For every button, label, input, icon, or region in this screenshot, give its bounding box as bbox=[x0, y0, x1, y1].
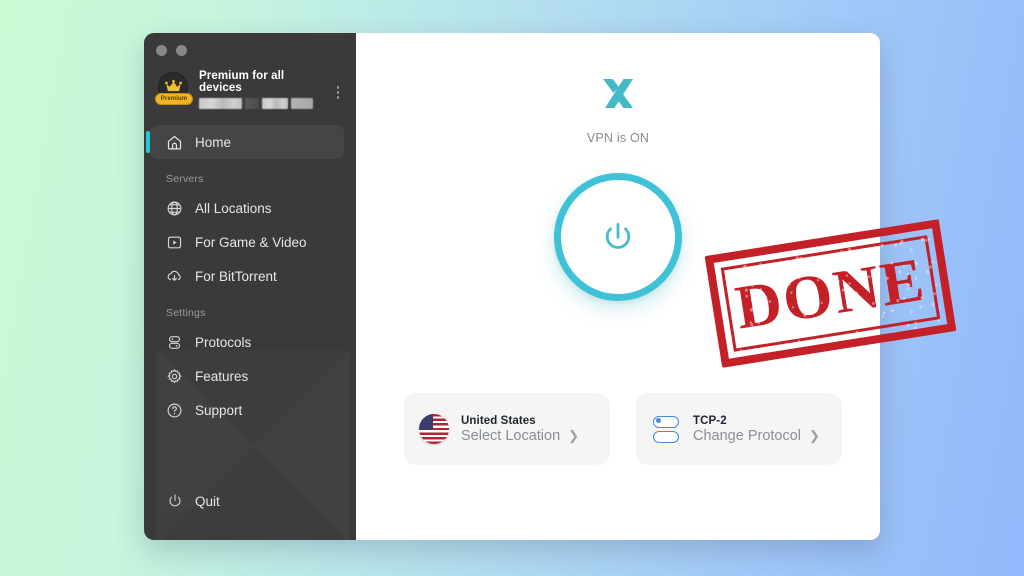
sidebar-item-label: For BitTorrent bbox=[195, 268, 277, 284]
home-icon bbox=[166, 134, 183, 151]
sidebar: Premium Premium for all devices Home Ser… bbox=[144, 33, 356, 540]
location-country-label: United States bbox=[461, 414, 536, 427]
power-icon bbox=[605, 222, 631, 249]
account-title: Premium for all devices bbox=[199, 70, 285, 94]
sidebar-item-label: Quit bbox=[195, 493, 220, 509]
chevron-right-icon: ❯ bbox=[809, 428, 820, 443]
premium-pill-label: Premium bbox=[155, 92, 193, 105]
change-protocol-card[interactable]: TCP-2 Change Protocol ❯ bbox=[636, 393, 842, 465]
power-toggle-button[interactable] bbox=[554, 173, 682, 301]
window-controls[interactable] bbox=[144, 33, 356, 56]
main-panel: VPN is ON United States Select Location … bbox=[356, 33, 880, 540]
help-circle-icon bbox=[166, 402, 183, 419]
redacted-bar bbox=[262, 98, 288, 109]
sidebar-footer: Quit bbox=[144, 484, 356, 540]
sidebar-item-label: Support bbox=[195, 402, 243, 418]
close-button[interactable] bbox=[156, 45, 167, 56]
account-panel[interactable]: Premium Premium for all devices bbox=[144, 56, 356, 113]
download-cloud-icon bbox=[166, 268, 183, 285]
power-icon bbox=[166, 493, 183, 510]
sidebar-item-label: Home bbox=[195, 134, 232, 150]
sidebar-item-protocols[interactable]: Protocols bbox=[150, 325, 344, 359]
sidebar-nav: Home Servers All Locations For Game & Vi… bbox=[144, 125, 356, 484]
select-location-card[interactable]: United States Select Location ❯ bbox=[404, 393, 610, 465]
protocol-name-label: TCP-2 bbox=[693, 414, 727, 427]
premium-badge: Premium bbox=[155, 71, 193, 112]
kebab-menu-icon[interactable] bbox=[330, 84, 346, 99]
vpn-status-text: VPN is ON bbox=[586, 131, 650, 145]
globe-icon bbox=[166, 200, 183, 217]
minimize-button[interactable] bbox=[176, 45, 187, 56]
account-redacted-info bbox=[199, 98, 321, 109]
sidebar-item-for-bittorrent[interactable]: For BitTorrent bbox=[150, 259, 344, 293]
sidebar-item-label: All Locations bbox=[195, 200, 272, 216]
power-button-wrapper bbox=[356, 173, 880, 301]
gear-icon bbox=[166, 368, 183, 385]
chevron-right-icon: ❯ bbox=[568, 428, 580, 443]
bottom-cards: United States Select Location ❯ TCP-2 Ch… bbox=[404, 393, 842, 465]
select-location-label: Select Location bbox=[461, 427, 561, 444]
sidebar-section-servers-label: Servers bbox=[166, 173, 204, 185]
sidebar-item-for-game-and-video[interactable]: For Game & Video bbox=[150, 225, 344, 259]
sidebar-item-label: For Game & Video bbox=[195, 234, 307, 250]
us-flag-icon bbox=[418, 413, 450, 445]
sidebar-item-support[interactable]: Support bbox=[150, 393, 344, 427]
app-window: Premium Premium for all devices Home Ser… bbox=[144, 33, 880, 540]
redacted-bar bbox=[245, 98, 259, 109]
sidebar-item-features[interactable]: Features bbox=[150, 359, 344, 393]
sidebar-item-label: Protocols bbox=[195, 334, 252, 350]
x-vpn-logo bbox=[356, 77, 880, 111]
sidebar-item-label: Features bbox=[195, 368, 249, 384]
sidebar-item-quit[interactable]: Quit bbox=[150, 484, 344, 518]
protocol-toggle-icon bbox=[650, 413, 682, 445]
change-protocol-label: Change Protocol bbox=[693, 427, 802, 444]
sidebar-item-all-locations[interactable]: All Locations bbox=[150, 191, 344, 225]
protocols-icon bbox=[166, 334, 183, 351]
redacted-bar bbox=[291, 98, 313, 109]
sidebar-section-settings-label: Settings bbox=[166, 307, 206, 319]
redacted-bar bbox=[199, 98, 242, 109]
play-box-icon bbox=[166, 234, 183, 251]
sidebar-item-home[interactable]: Home bbox=[146, 125, 344, 159]
